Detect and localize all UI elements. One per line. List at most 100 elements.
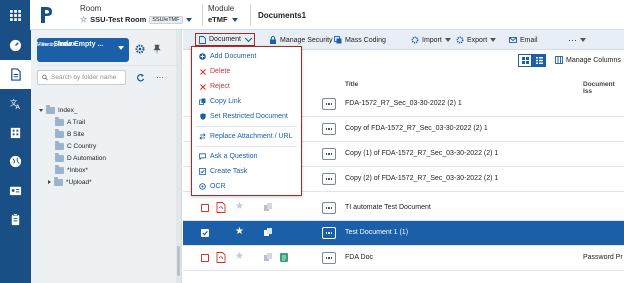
nav-documents[interactable] [0,60,31,89]
module-selector[interactable]: Module eTMF [208,4,238,24]
mass-coding-label: Mass Coding [345,36,386,44]
row-menu-button[interactable] [322,227,336,239]
row-checkbox[interactable] [201,204,209,212]
menu-item-add-document[interactable]: Add Document [192,49,301,64]
app-grid-button[interactable] [0,0,30,30]
search-icon [42,74,48,81]
menu-item-create-task[interactable]: Create Task [192,164,301,179]
clipboard-icon [11,213,20,226]
viewby-dropdown[interactable]: View by Index Filters Show Empty ... [37,38,478,66]
table-row[interactable]: ★ TI automate Test Document [183,196,624,221]
row-title[interactable]: FDA-1572_R7_Sec_03-30-2022 (2) 1 [345,100,462,107]
nav-translate[interactable]: 文A [0,89,31,118]
row-document-issue: Password Pr [583,254,623,261]
room-selector[interactable]: Room ☆ SSU-Test Room SSU/eTMF [80,4,192,24]
star-icon[interactable]: ★ [235,201,245,212]
gear-icon[interactable] [135,44,145,54]
expand-icon[interactable] [48,180,51,184]
row-title[interactable]: TI automate Test Document [345,204,431,211]
star-icon[interactable]: ★ [235,226,245,237]
chat-icon [199,153,206,160]
import-button[interactable]: Import [411,30,451,50]
row-menu-button[interactable] [322,173,336,185]
export-label: Export [467,36,488,44]
tree-node-a-trail[interactable]: A Trail [39,116,106,128]
copy-icon [264,228,272,236]
menu-item-label: Create Task [210,168,248,175]
tree-node-upload[interactable]: *Upload* [39,176,106,188]
grid-view-button[interactable] [518,54,532,67]
document-icon [11,68,21,81]
row-checkbox[interactable] [201,229,209,237]
room-name: SSU-Test Room [90,15,147,24]
tree-node-d-automation[interactable]: D Automation [39,152,106,164]
nav-building[interactable] [0,118,31,147]
menu-item-delete[interactable]: Delete [192,64,301,79]
row-checkbox[interactable] [201,254,209,262]
toolbar-more-button[interactable]: ··· [568,30,586,50]
more-icon[interactable]: ··· [156,73,164,82]
row-title[interactable]: FDA Doc [345,254,373,261]
folder-search-input[interactable] [51,74,125,81]
row-title[interactable]: Test Document 1 (1) [345,229,408,236]
menu-item-label: Add Document [210,53,257,60]
manage-columns-button[interactable]: Manage Columns [555,56,621,64]
chevron-down-icon [490,38,497,42]
star-icon[interactable]: ☆ [80,15,87,24]
list-icon [535,57,543,64]
menu-item-label: OCR [210,183,226,190]
star-icon[interactable]: ★ [235,251,245,262]
column-header-title[interactable]: Title [345,81,358,88]
menu-item-label: Replace Attachment / URL [210,133,293,140]
view-toggle [518,54,546,67]
export-button[interactable]: Export [456,30,497,50]
row-menu-button[interactable] [322,202,336,214]
tree-node-c-country[interactable]: C Country [39,140,106,152]
pin-icon[interactable] [152,44,162,54]
app-logo [41,7,52,23]
menu-item-ask-question[interactable]: Ask a Question [192,149,301,164]
menu-item-reject[interactable]: Reject [192,79,301,94]
list-view-button[interactable] [532,54,546,67]
row-menu-button[interactable] [322,148,336,160]
expand-icon[interactable] [39,108,43,112]
menu-item-replace-attachment[interactable]: Replace Attachment / URL [192,129,301,144]
copy-icon [264,203,272,211]
mass-coding-button[interactable]: Mass Coding [334,30,386,50]
menu-item-ocr[interactable]: OCR [192,179,301,194]
folder-search[interactable] [37,70,126,85]
row-menu-button[interactable] [322,252,336,264]
row-menu-button[interactable] [322,98,336,110]
menu-item-set-restricted[interactable]: Set Restricted Document [192,109,301,124]
folder-sidebar: View by Index Filters Show Empty ... ···… [31,30,478,283]
nav-contacts[interactable] [0,176,31,205]
globe-icon [9,155,22,168]
nav-dashboard[interactable] [0,31,31,60]
building-icon [10,127,21,139]
nav-clipboard[interactable] [0,205,31,234]
row-title[interactable]: Copy (1) of FDA-1572_R7_Sec_03-30-2022 (… [345,150,498,157]
tree-node-index[interactable]: Index_ [39,104,106,116]
row-title[interactable]: Copy (2) of FDA-1572_R7_Sec_03-30-2022 (… [345,175,498,182]
row-menu-button[interactable] [322,123,336,135]
tree-node-b-site[interactable]: B Site [39,128,106,140]
nav-globe[interactable] [0,147,31,176]
refresh-icon[interactable] [136,73,145,82]
sidebar-scroll-thumb[interactable] [177,246,180,276]
chevron-down-icon[interactable] [185,17,192,22]
folder-icon [55,117,64,126]
more-icon: ··· [568,35,577,45]
chevron-down-icon[interactable] [231,17,238,22]
left-nav: 文A [0,30,31,283]
folder-icon [46,105,55,114]
document-menu-button[interactable]: Document [195,33,255,46]
menu-item-copy-link[interactable]: Copy Link [192,94,301,109]
folder-icon [55,165,64,174]
table-row-selected[interactable]: ★ Test Document 1 (1) [183,221,624,246]
row-title[interactable]: Copy of FDA-1572_R7_Sec_03-30-2022 (2) 1 [345,125,488,132]
table-row[interactable]: ★ FDA Doc Password Pr [183,246,624,271]
tree-node-inbox[interactable]: *Inbox* [39,164,106,176]
chevron-down-icon [118,46,124,50]
email-button[interactable]: Email [509,30,538,50]
x-icon [199,83,206,90]
